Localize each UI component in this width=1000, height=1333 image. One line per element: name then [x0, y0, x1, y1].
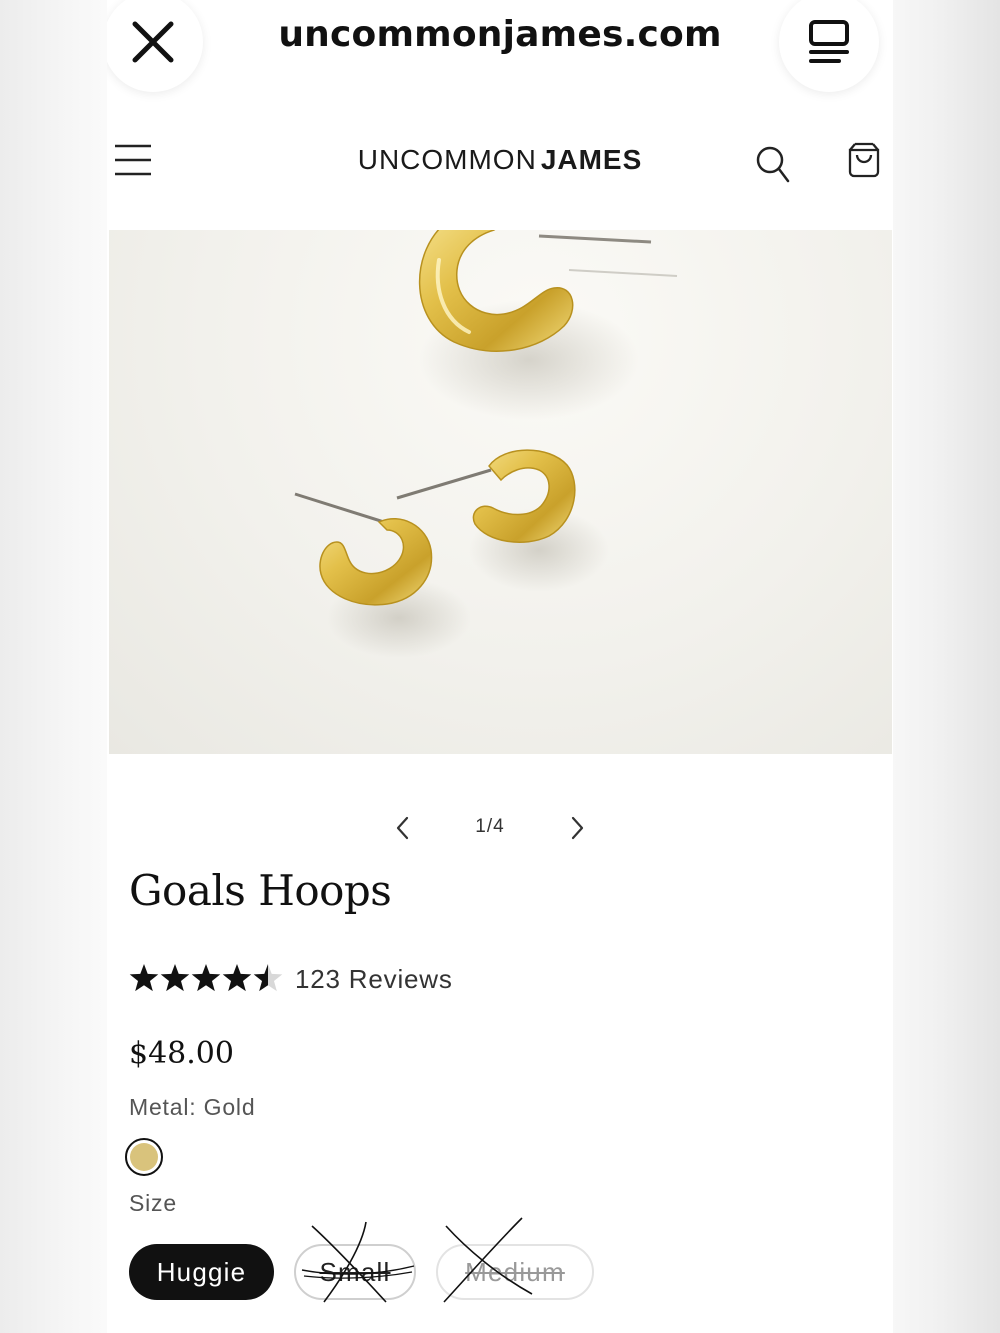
swatch-color	[130, 1143, 158, 1171]
chevron-left-icon[interactable]	[391, 814, 415, 842]
rating-stars-icon	[129, 964, 283, 992]
gold-swatch[interactable]	[125, 1138, 163, 1176]
earring-post	[294, 492, 385, 524]
reviews-link[interactable]: 123 Reviews	[295, 964, 453, 995]
rating-star	[129, 964, 159, 992]
earring-post	[538, 234, 652, 244]
product-image[interactable]	[109, 230, 892, 754]
size-label: Size	[129, 1190, 177, 1216]
url-text[interactable]: uncommonjames.com	[107, 14, 893, 55]
size-option-label: Medium	[465, 1256, 565, 1287]
rating-star	[160, 964, 190, 992]
image-carousel-controls: 1/4	[107, 806, 893, 850]
rating-star	[253, 964, 283, 992]
shopping-bag-icon[interactable]	[847, 142, 881, 178]
small-gold-hoop-right	[472, 449, 576, 543]
right-backdrop	[893, 0, 1000, 1333]
rating-star	[191, 964, 221, 992]
site-header: UNCOMMON JAMES	[107, 118, 893, 206]
image-counter: 1/4	[475, 816, 505, 837]
size-option-label: Huggie	[156, 1256, 247, 1287]
left-backdrop	[0, 0, 107, 1333]
earring-post	[396, 468, 492, 500]
rating-star	[222, 964, 252, 992]
logo-text-uncommon: UNCOMMON	[357, 144, 537, 175]
small-gold-hoop-left	[319, 517, 433, 606]
size-option-medium[interactable]: Medium	[436, 1244, 594, 1300]
phone-screen: uncommonjames.com UNCOMMON JAMES 1/4 Goa…	[107, 0, 893, 1333]
chevron-right-icon[interactable]	[565, 814, 589, 842]
metal-label: Metal: Gold	[129, 1094, 256, 1120]
reader-mode-button[interactable]	[779, 0, 879, 92]
earring-post-shadow	[568, 269, 678, 277]
logo-text-james: JAMES	[540, 144, 643, 175]
search-icon[interactable]	[755, 144, 791, 184]
product-price: $48.00	[129, 1036, 234, 1071]
reader-mode-icon	[809, 20, 849, 63]
large-gold-hoop	[418, 230, 574, 352]
size-option-small[interactable]: Small	[294, 1244, 416, 1300]
size-option-label: Small	[319, 1256, 391, 1287]
product-title: Goals Hoops	[129, 866, 392, 915]
browser-url-bar: uncommonjames.com	[107, 0, 893, 100]
size-option-huggie[interactable]: Huggie	[129, 1244, 274, 1300]
